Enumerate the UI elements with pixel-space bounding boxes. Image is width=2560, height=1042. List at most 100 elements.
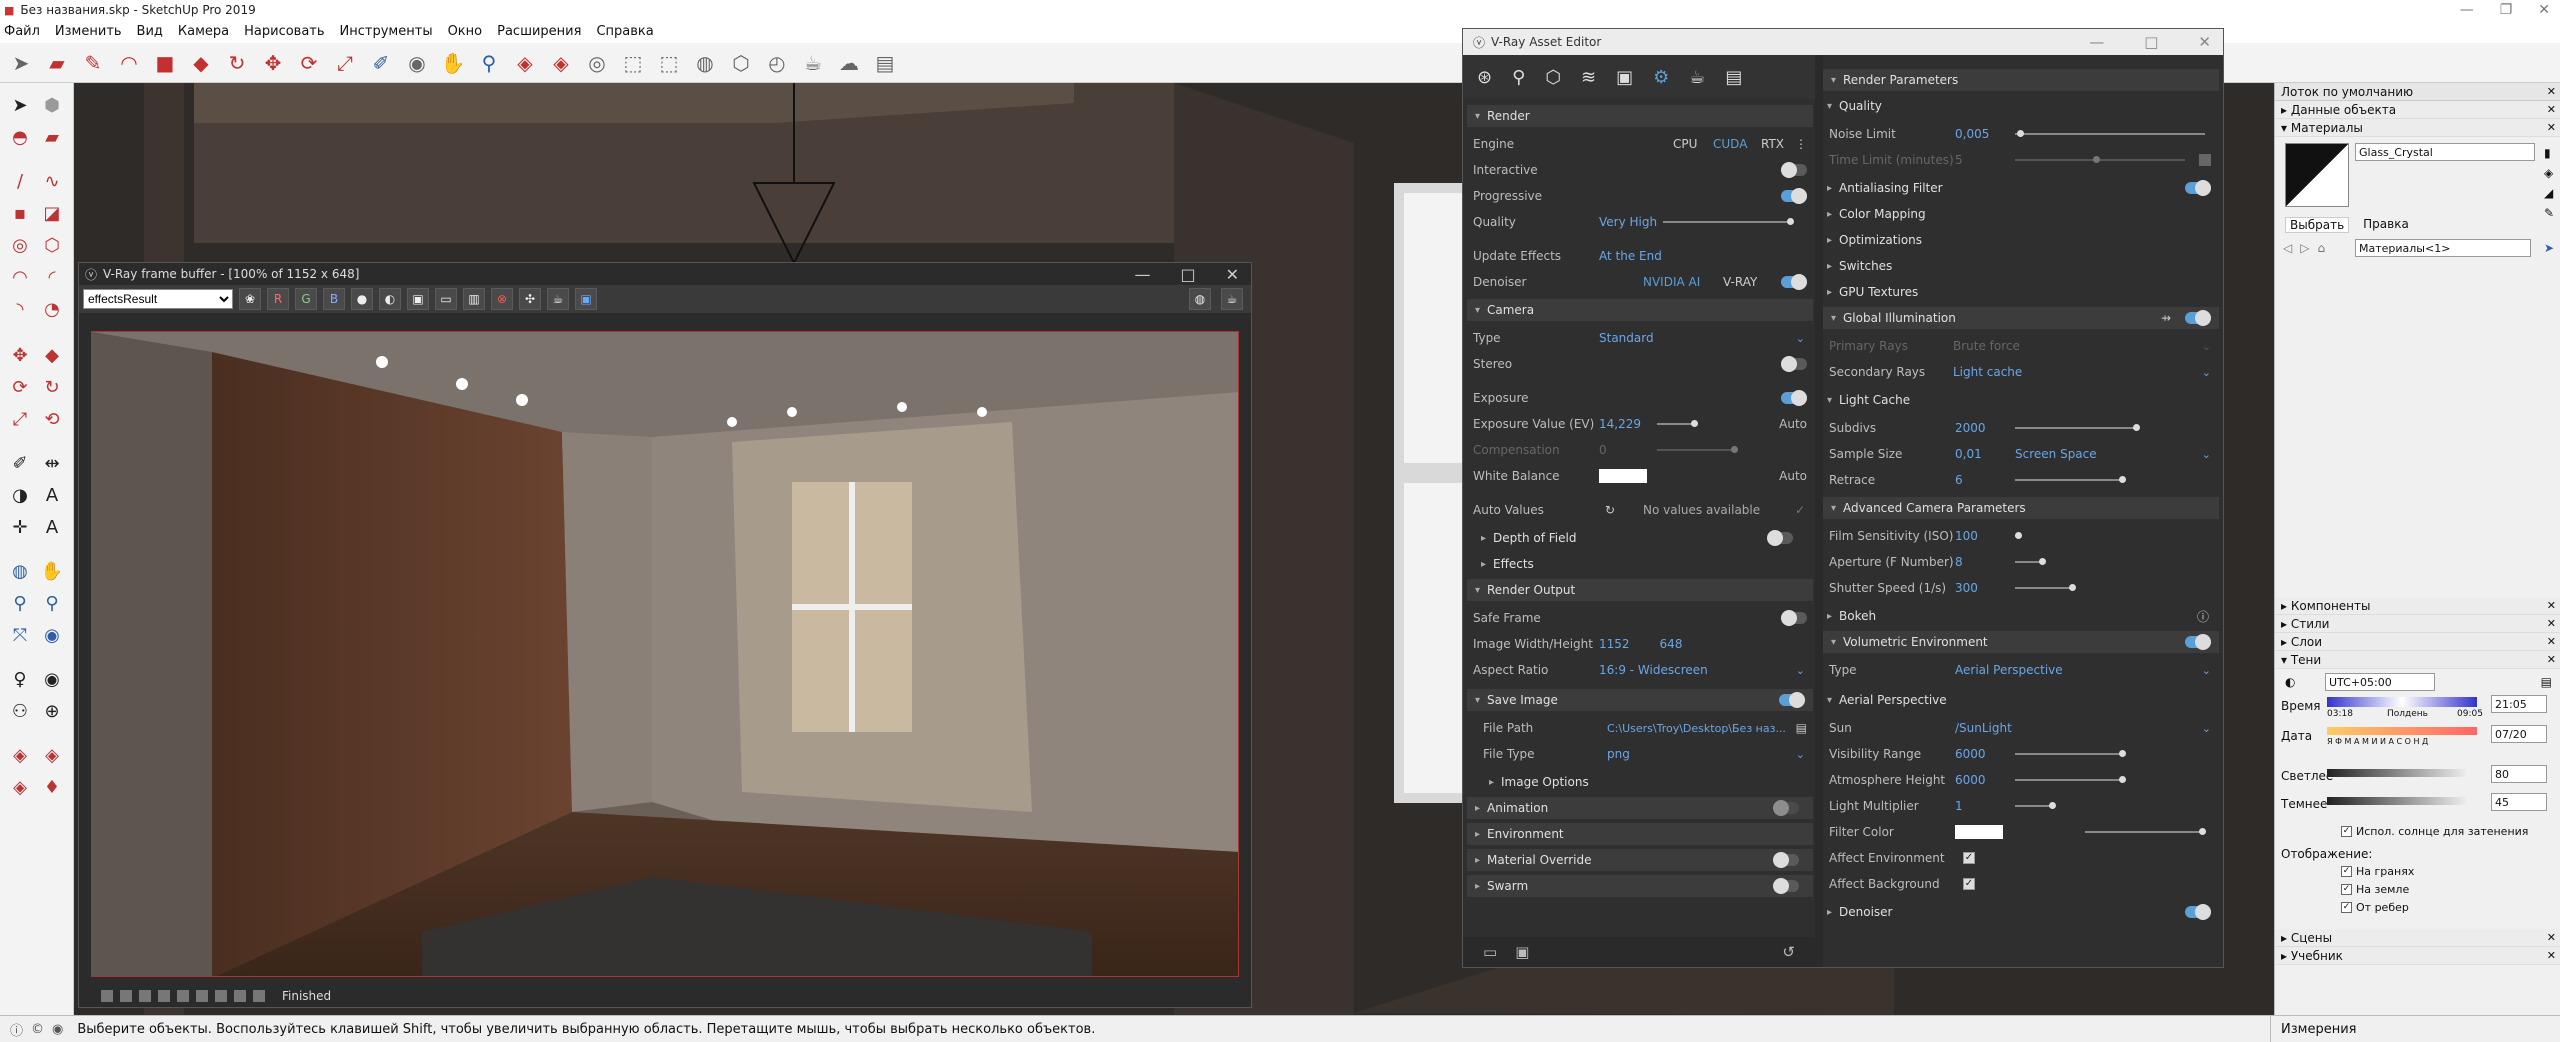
filter-color-slider[interactable] [2085,828,2206,835]
vfb-tool-icon[interactable] [158,990,170,1002]
dof-toggle[interactable] [1767,530,1793,546]
section-aerial-perspective[interactable]: ▾ Aerial Perspective [1823,689,2219,711]
zoom-window-icon[interactable]: ⚲ [38,589,66,617]
time-slider[interactable] [2327,697,2477,707]
view-iso-icon[interactable]: ⬚ [618,48,648,78]
section-save-image[interactable]: ▾ Save Image [1467,689,1813,711]
vray-teapot-icon[interactable]: ☕ [798,48,828,78]
warehouse-icon[interactable]: ◈ [510,48,540,78]
tape-measure-icon[interactable]: ✐ [6,449,34,477]
back-icon[interactable]: ◁ [2283,241,2292,255]
vfb-tool-icon[interactable] [139,990,151,1002]
chevron-down-icon[interactable]: ⌄ [2202,664,2211,677]
section-render-parameters[interactable]: ▾ Render Parameters [1823,69,2219,91]
light-slider[interactable] [2327,769,2467,777]
details-icon[interactable]: ➤ [2544,241,2554,255]
share-model-icon[interactable]: ◈ [38,741,66,769]
panel-layers[interactable]: ▸ Слои ✕ [2275,633,2560,651]
minimize-icon[interactable]: — [2460,2,2474,18]
width-field[interactable]: 1152 [1599,637,1630,651]
panel-instructor[interactable]: ▸ Учебник ✕ [2275,947,2560,965]
ruby-icon[interactable]: ♦ [38,773,66,801]
date-slider[interactable] [2327,727,2477,735]
dimension-icon[interactable]: ⇹ [38,449,66,477]
section-dof[interactable]: ▸ Depth of Field [1467,527,1813,549]
lights-icon[interactable]: ⚲ [1512,67,1525,88]
section-render[interactable]: ▾ Render [1467,105,1813,127]
section-switches[interactable]: ▸ Switches [1823,255,2219,277]
chevron-down-icon[interactable]: ⌄ [2202,448,2211,461]
light-multiplier-slider[interactable] [2015,802,2056,809]
refresh-icon[interactable]: ↻ [1605,503,1615,517]
materials-icon[interactable]: ⊛ [1477,67,1492,88]
user-icon[interactable]: ◉ [52,1022,63,1037]
section-bokeh[interactable]: ▸ Bokeh ⓘ [1823,605,2219,627]
quality-slider[interactable] [1663,218,1794,225]
open-folder-icon[interactable]: ▭ [1483,943,1497,961]
affect-environment-checkbox[interactable]: ✓ [1963,852,1975,864]
pushpull-tool-icon[interactable]: ◆ [186,48,216,78]
ae-close-icon[interactable]: ✕ [2198,33,2211,51]
menu-file[interactable]: Файл [4,24,40,39]
zoom-tool-icon[interactable]: ⚲ [474,48,504,78]
followme-tool-icon[interactable]: ↻ [222,48,252,78]
menu-view[interactable]: Вид [137,24,163,39]
default-material-icon[interactable]: ◢ [2544,183,2554,203]
eraser-icon[interactable]: ▰ [38,123,66,151]
orbit-tool-icon[interactable]: ✋ [438,48,468,78]
ae-minimize-icon[interactable]: — [2089,33,2104,51]
ae-maximize-icon[interactable]: □ [2144,33,2158,51]
faces-checkbox[interactable]: ✓ На гранях [2341,865,2414,878]
gi-toggle[interactable] [2185,310,2211,326]
material-override-toggle[interactable] [1773,852,1799,868]
select-tool-icon[interactable]: ➤ [6,48,36,78]
rectangle-icon[interactable]: ▪ [6,199,34,227]
vfb-tool-icon[interactable] [215,990,227,1002]
chevron-down-icon[interactable]: ⌄ [1796,748,1805,761]
panel-materials[interactable]: ▾ Материалы ✕ [2275,119,2560,137]
interactive-toggle[interactable] [1781,162,1807,178]
file-icon[interactable]: ▤ [1796,721,1807,735]
progressive-toggle[interactable] [1781,188,1807,204]
menu-extensions[interactable]: Расширения [497,24,581,39]
pan-icon[interactable]: ✋ [38,557,66,585]
section-camera[interactable]: ▾ Camera [1467,299,1813,321]
sun-shading-checkbox[interactable]: ✓ Испол. солнце для затенения [2341,825,2528,838]
arc-icon[interactable]: ◠ [6,263,34,291]
position-camera-icon[interactable]: ♀ [6,665,34,693]
panel-scenes[interactable]: ▸ Сцены ✕ [2275,929,2560,947]
followme-icon[interactable]: ↻ [38,373,66,401]
denoiser-nvidia[interactable]: NVIDIA AI [1643,275,1700,289]
section-color-mapping[interactable]: ▸ Color Mapping [1823,203,2219,225]
polygon-icon[interactable]: ⬡ [38,231,66,259]
section-antialiasing[interactable]: ▸ Antialiasing Filter [1823,177,2219,199]
account-icon[interactable]: ◎ [582,48,612,78]
aa-toggle[interactable] [2185,180,2211,196]
green-channel-button[interactable]: G [295,288,317,310]
textures-icon[interactable]: ≋ [1581,67,1596,88]
sample-paint-icon[interactable]: ✎ [2544,203,2554,223]
edges-checkbox[interactable]: ✓ От ребер [2341,901,2409,914]
gi-options-icon[interactable]: ⇸ [2161,311,2171,325]
engine-cuda[interactable]: CUDA [1713,137,1747,151]
section-animation[interactable]: ▸ Animation [1467,797,1813,819]
tab-select[interactable]: Выбрать [2285,217,2350,233]
render-teapot-icon[interactable]: ☕ [1221,288,1243,310]
update-effects-value[interactable]: At the End [1599,249,1662,263]
extension-warehouse-icon[interactable]: ◈ [6,773,34,801]
walk-icon[interactable]: ⚇ [6,697,34,725]
panel-splitter[interactable] [1815,55,1823,967]
atmosphere-slider[interactable] [2015,776,2126,783]
timezone-select[interactable]: UTC+05:00 [2325,673,2435,691]
panel-shadows[interactable]: ▾ Тени ✕ [2275,651,2560,669]
white-balance-swatch[interactable] [1599,469,1647,483]
blue-channel-button[interactable]: B [323,288,345,310]
light-field[interactable]: 80 [2491,765,2547,783]
section-volumetric-environment[interactable]: ▾ Volumetric Environment [1823,631,2219,653]
view-top-icon[interactable]: ⬚ [654,48,684,78]
orbit-icon[interactable]: ◍ [6,557,34,585]
arc-tool-icon[interactable]: ◠ [114,48,144,78]
warehouse-icon[interactable]: ◈ [6,741,34,769]
vfb-tool-icon[interactable] [196,990,208,1002]
extension-icon[interactable]: ◈ [546,48,576,78]
